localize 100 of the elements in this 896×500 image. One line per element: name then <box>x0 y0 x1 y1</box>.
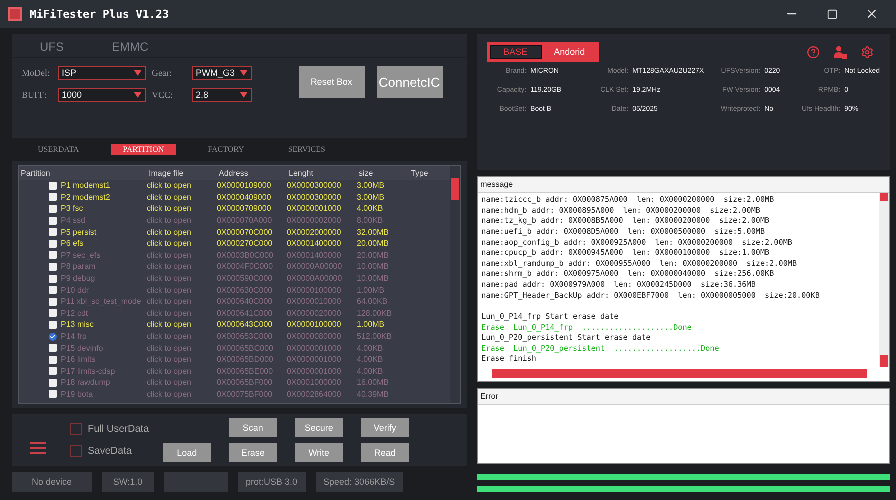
open-link[interactable]: click to open <box>147 274 217 284</box>
open-link[interactable]: click to open <box>147 390 217 399</box>
table-cell-text: 4.00KB <box>357 355 384 364</box>
status-field: Speed: 3066KB/S <box>316 472 404 492</box>
panel-title: Error <box>478 389 889 405</box>
checkbox[interactable] <box>49 298 57 306</box>
open-link[interactable]: click to open <box>147 181 217 190</box>
open-link[interactable]: click to open <box>147 216 217 226</box>
open-link[interactable]: click to open <box>147 355 217 364</box>
connect-button[interactable]: ConnetcIC <box>376 66 443 98</box>
action-button[interactable]: Write <box>295 443 344 462</box>
window-title: MiFiTester Plus V1.23 <box>30 8 170 20</box>
table-cell-text: 1.00MB <box>357 286 386 295</box>
open-link[interactable]: click to open <box>147 192 217 202</box>
setting-label: MoDel: <box>22 68 51 78</box>
open-link[interactable]: click to open <box>147 297 217 306</box>
tab[interactable]: BASE <box>490 45 542 59</box>
settings-icon[interactable] <box>861 46 874 58</box>
scrollbar[interactable] <box>450 166 460 403</box>
partition-name: P4 ssd <box>61 216 86 226</box>
tab[interactable]: FACTORY <box>196 144 256 155</box>
column-header: size <box>358 168 374 178</box>
open-link[interactable]: click to open <box>147 378 217 388</box>
table-cell-text: 0X0000A00000 <box>287 274 344 284</box>
checkbox[interactable] <box>49 286 57 294</box>
checkbox[interactable] <box>49 251 57 260</box>
table-cell-text: 4.00KB <box>357 344 384 353</box>
table-cell-text: 0X0000A00000 <box>287 262 344 272</box>
table-cell-text: 0X000641C000 <box>217 308 274 318</box>
table-cell-text: 4.00KB <box>357 204 384 214</box>
open-link[interactable]: click to open <box>147 308 217 318</box>
open-link[interactable]: click to open <box>147 239 217 248</box>
checkbox[interactable] <box>49 182 57 190</box>
checkbox[interactable] <box>49 228 57 236</box>
action-button[interactable]: Verify <box>361 418 410 437</box>
partition-name: P18 rawdump <box>61 378 110 388</box>
table-cell-text: 0X0001400000 <box>287 250 342 260</box>
checkbox[interactable] <box>70 423 82 435</box>
reset-button[interactable]: Reset Box <box>298 66 365 98</box>
setting-dropdown[interactable]: 1000 <box>58 88 146 102</box>
checkbox[interactable] <box>49 193 57 202</box>
partition-name: P1 modemst1 <box>61 181 110 190</box>
open-link[interactable]: click to open <box>147 228 217 237</box>
mode-tab[interactable]: UFS <box>40 40 64 57</box>
action-button[interactable]: Load <box>163 443 212 462</box>
tab[interactable]: USERDATA <box>26 144 92 155</box>
checkbox[interactable] <box>49 262 57 271</box>
action-button[interactable]: Erase <box>229 443 278 462</box>
help-icon[interactable] <box>807 46 820 58</box>
open-link[interactable]: click to open <box>147 204 217 214</box>
checkbox[interactable] <box>70 445 82 457</box>
open-link[interactable]: click to open <box>147 366 217 376</box>
open-link[interactable]: click to open <box>147 262 217 272</box>
checkbox[interactable] <box>49 240 57 248</box>
tab[interactable]: SERVICES <box>276 144 338 155</box>
setting-label: Gear: <box>152 68 173 78</box>
tab[interactable]: PARTITION <box>111 144 176 155</box>
checkbox[interactable] <box>49 390 57 398</box>
mode-tab[interactable]: EMMC <box>112 40 149 57</box>
user-card-icon[interactable] <box>834 46 847 58</box>
checkbox[interactable] <box>49 216 57 225</box>
checkbox[interactable] <box>49 204 57 213</box>
setting-label: VCC: <box>152 90 174 100</box>
checkbox[interactable] <box>49 356 57 364</box>
partition-name: P8 param <box>61 262 96 272</box>
scrollbar[interactable] <box>879 193 889 367</box>
checkbox[interactable] <box>49 309 57 318</box>
open-link[interactable]: click to open <box>147 250 217 260</box>
setting-dropdown[interactable]: 2.8 <box>192 88 252 102</box>
partition-name: P13 misc <box>61 320 94 330</box>
partition-name: P19 bota <box>61 390 94 399</box>
tab[interactable]: Andorid <box>544 45 596 59</box>
checkbox[interactable] <box>49 332 57 341</box>
checkbox[interactable] <box>49 274 57 283</box>
checkbox[interactable] <box>49 344 57 352</box>
open-link[interactable]: click to open <box>147 332 217 342</box>
open-link[interactable]: click to open <box>147 344 217 353</box>
menu-icon[interactable] <box>30 442 46 454</box>
partition-name: P9 debug <box>61 274 96 284</box>
open-link[interactable]: click to open <box>147 320 217 330</box>
setting-dropdown[interactable]: PWM_G3 <box>192 66 252 80</box>
action-button[interactable]: Secure <box>295 418 344 437</box>
table-cell-text: 128.00KB <box>357 308 394 318</box>
table-cell-text: 0X0002864000 <box>287 390 342 399</box>
checkbox[interactable] <box>49 320 57 329</box>
checkbox[interactable] <box>49 367 57 376</box>
checkbox[interactable] <box>49 378 57 387</box>
partition-name: P5 persist <box>61 228 97 237</box>
table-cell-text: 10.00MB <box>357 262 390 272</box>
action-button[interactable]: Scan <box>229 418 278 437</box>
setting-dropdown[interactable]: ISP <box>58 66 146 80</box>
action-button[interactable]: Read <box>361 443 410 462</box>
table-cell-text: 20.00MB <box>357 239 390 248</box>
table-cell-text: 0X000643C000 <box>217 320 274 330</box>
open-link[interactable]: click to open <box>147 286 217 295</box>
table-cell-text: 0X00065BE000 <box>217 366 274 376</box>
partition-name: P10 ddr <box>61 286 90 295</box>
table-cell-text: 8.00KB <box>357 216 384 226</box>
table-cell-text: 1.00MB <box>357 320 386 330</box>
partition-name: P11 xbl_sc_test_mode <box>61 297 142 306</box>
